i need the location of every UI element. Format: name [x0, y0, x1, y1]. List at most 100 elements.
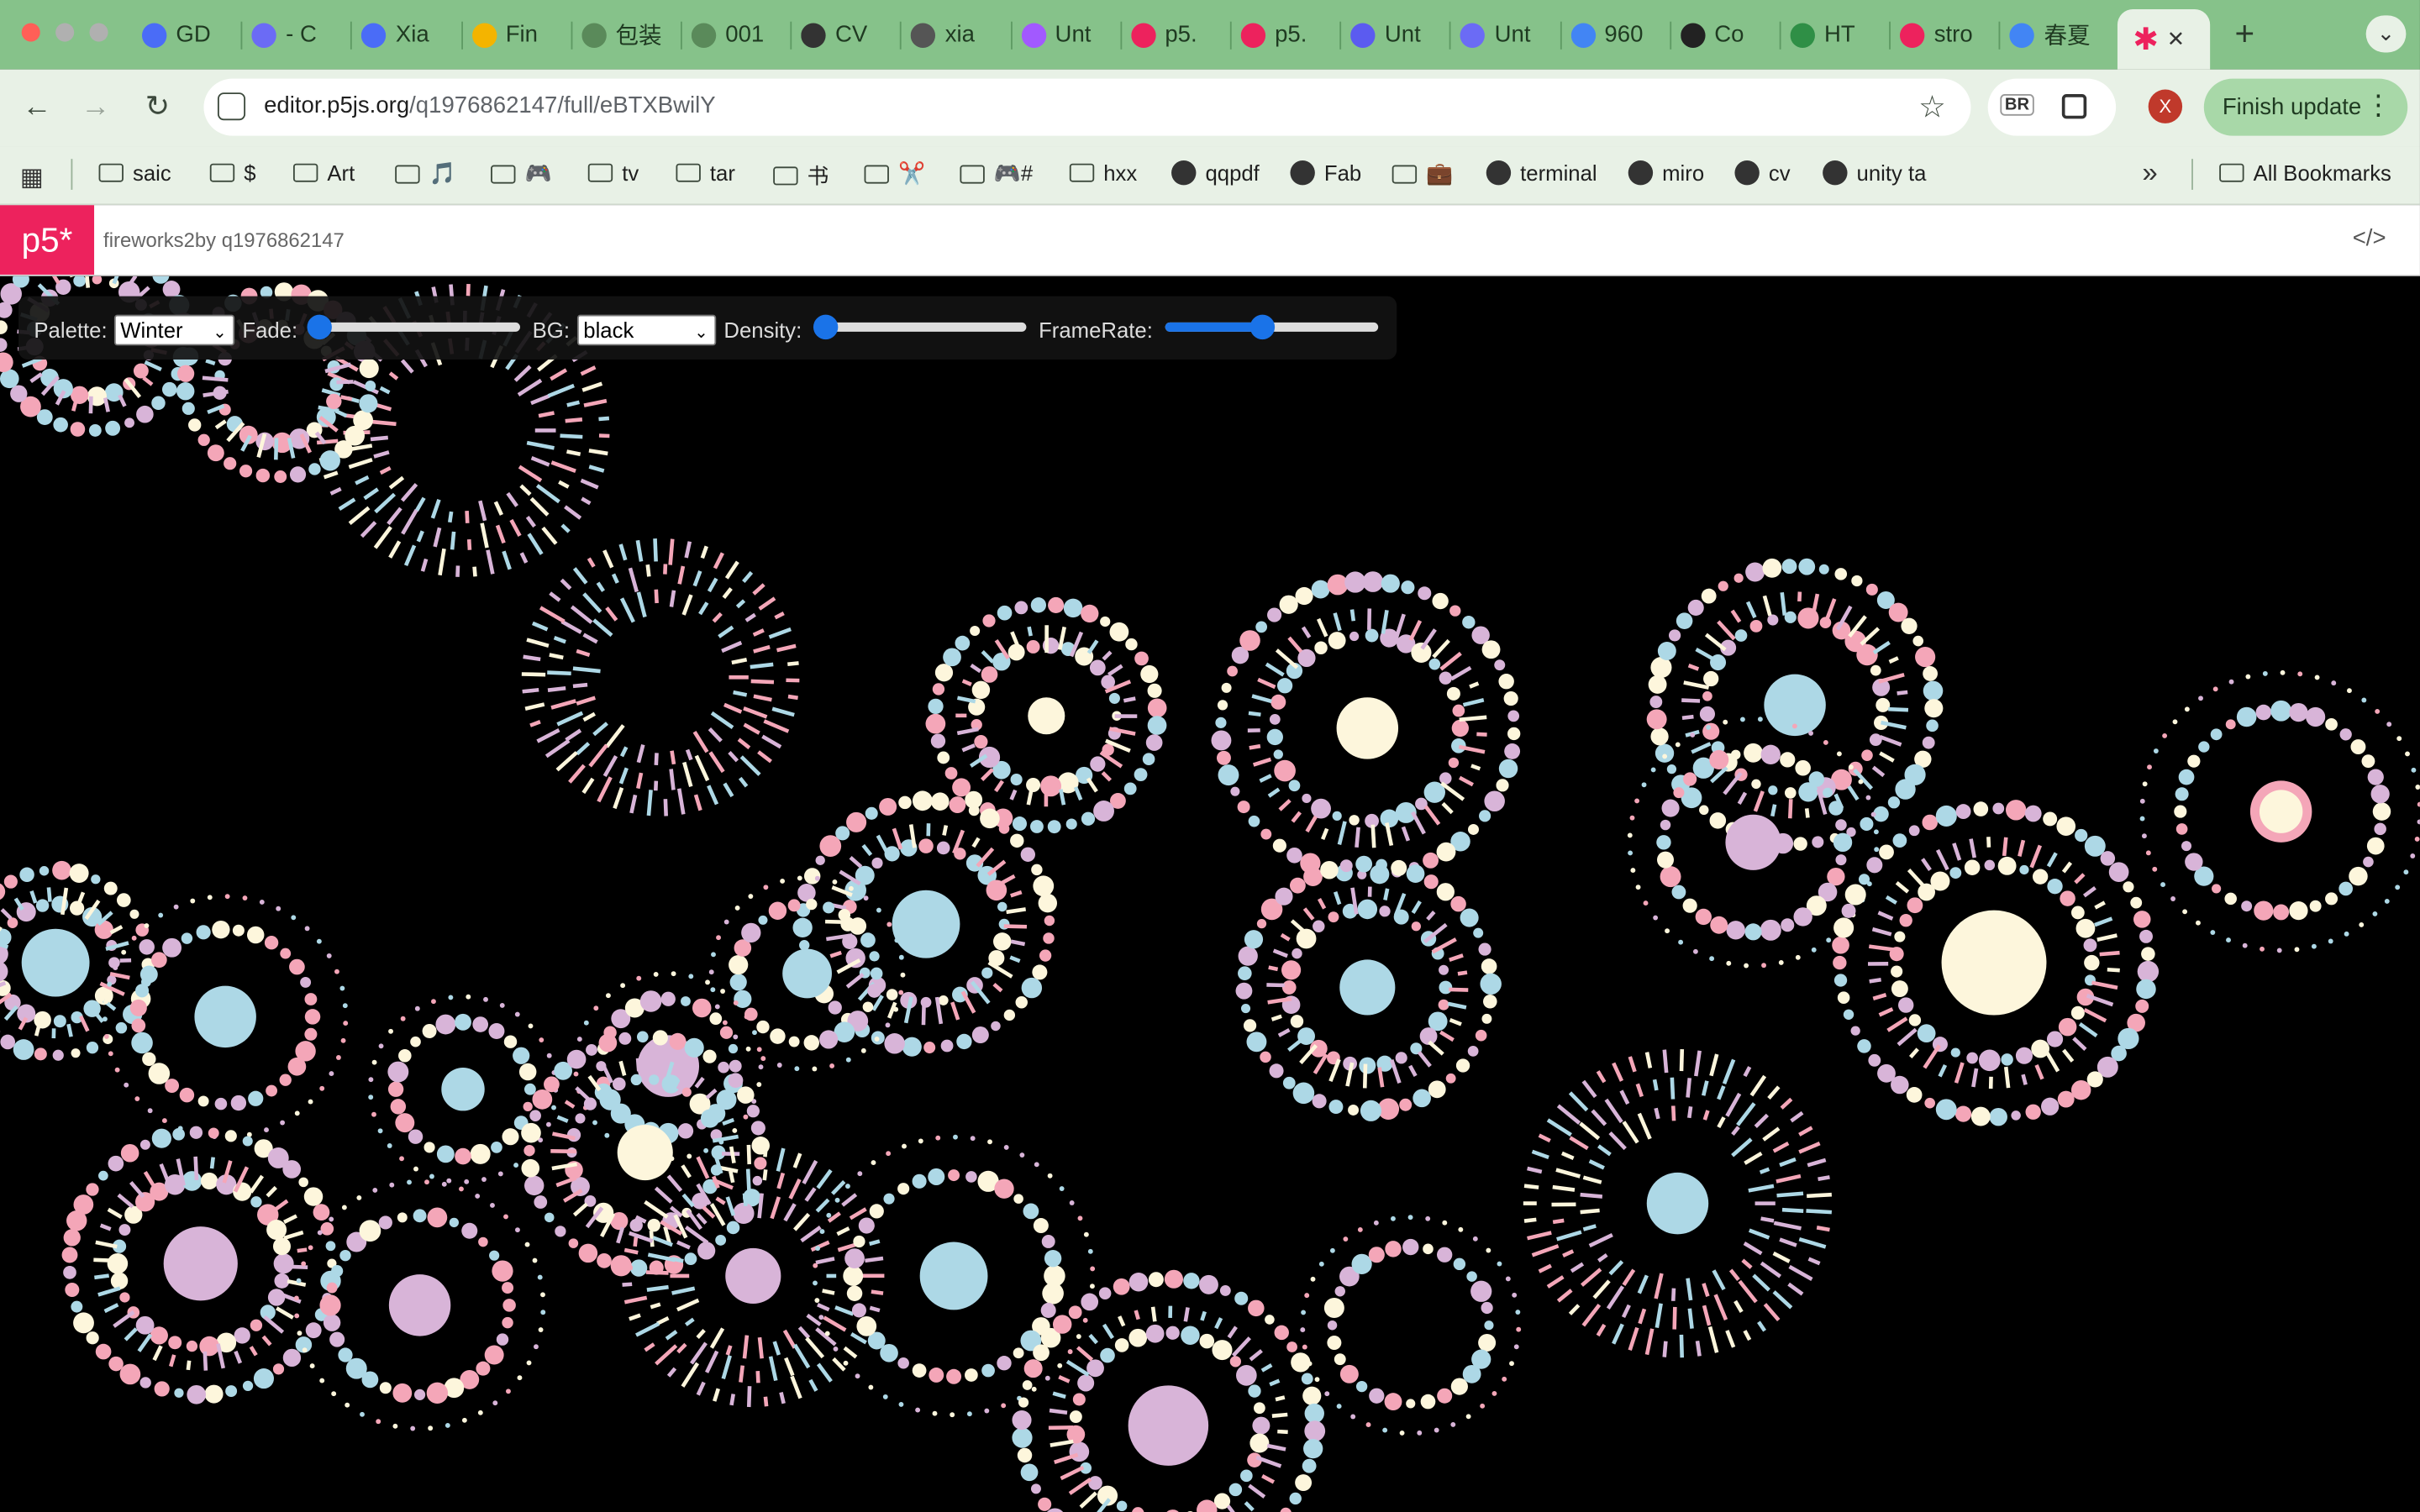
tab-10[interactable]: p5. [1240, 13, 1328, 57]
bookmark-16[interactable]: cv [1734, 160, 1791, 186]
tab-8[interactable]: Unt [1021, 13, 1107, 57]
firework-particle [1332, 811, 1342, 821]
tab-4[interactable]: 包装 [581, 13, 668, 57]
tab-12[interactable]: Unt [1460, 13, 1547, 57]
framerate-slider[interactable] [1165, 314, 1379, 340]
apps-grid-icon[interactable]: ▦ [20, 162, 44, 193]
tab-search-button[interactable]: ⌄ [2365, 15, 2407, 53]
bookmark-12[interactable]: Fab [1290, 160, 1361, 186]
firework-spark [1266, 983, 1285, 988]
bookmark-star-icon[interactable]: ☆ [1918, 88, 1946, 127]
bookmark-11[interactable]: qqpdf [1171, 160, 1260, 186]
reload-button[interactable]: ↻ [137, 88, 177, 129]
bookmark-6[interactable]: tar [676, 160, 735, 185]
br-extension-icon[interactable]: BR [2000, 94, 2034, 116]
bookmark-13[interactable]: 💼 [1392, 160, 1453, 186]
new-tab-button[interactable]: + [2235, 14, 2255, 55]
bookmark-4[interactable]: 🎮 [491, 160, 552, 186]
tab-5[interactable]: 001 [691, 13, 778, 57]
firework-particle [246, 926, 265, 944]
firework-particle [1286, 847, 1302, 864]
tab-7[interactable]: xia [911, 13, 997, 57]
tab-14[interactable]: Co [1680, 13, 1767, 57]
framerate-slider-thumb[interactable] [1250, 314, 1276, 340]
tab-13[interactable]: 960 [1570, 13, 1657, 57]
bookmarks-more-icon[interactable]: » [2142, 157, 2157, 190]
address-bar[interactable]: editor.p5js.org/q1976862147/full/eBTXBwi… [203, 78, 1971, 136]
bg-select[interactable]: black ⌄ [576, 314, 717, 346]
firework-particle [1329, 1247, 1335, 1253]
tab-active[interactable]: ✱ ✕ [2117, 9, 2211, 70]
firework-particle [537, 1274, 543, 1280]
tab-9[interactable]: p5. [1130, 13, 1218, 57]
density-slider[interactable] [813, 314, 1027, 340]
firework-spark [1871, 765, 1886, 778]
firework-spark [849, 856, 863, 869]
firework-particle [398, 1049, 412, 1063]
folder-icon [395, 164, 420, 183]
forward-button[interactable]: → [76, 88, 116, 129]
firework-spark [1878, 1007, 1894, 1017]
firework-spark [1752, 1273, 1770, 1292]
tab-1[interactable]: - C [251, 13, 339, 57]
bookmark-10[interactable]: hxx [1069, 160, 1137, 185]
sketch-canvas[interactable]: Palette: Winter ⌄ Fade: BG: black ⌄ Dens… [0, 276, 2420, 1512]
bookmark-1[interactable]: $ [209, 160, 256, 185]
bookmark-9[interactable]: 🎮# [960, 160, 1033, 186]
avatar[interactable]: X [2148, 89, 2183, 123]
bookmark-3[interactable]: 🎵 [395, 160, 456, 186]
menu-dots-icon[interactable]: ⋮ [2365, 90, 2392, 123]
firework-particle [1709, 956, 1715, 962]
maximize-window-button[interactable] [89, 23, 108, 42]
tab-15[interactable]: HT [1790, 13, 1877, 57]
density-slider-thumb[interactable] [813, 314, 839, 340]
puzzle-extensions-icon[interactable] [2061, 94, 2087, 119]
globe-icon [1734, 160, 1760, 186]
tab-0[interactable]: GD [141, 13, 229, 57]
firework-particle [234, 1327, 250, 1344]
firework-spark [1556, 1289, 1573, 1303]
firework-particle [1081, 604, 1099, 623]
all-bookmarks-link[interactable]: All Bookmarks [2219, 160, 2391, 185]
tab-6[interactable]: CV [801, 13, 888, 57]
p5-logo[interactable]: p5* [0, 205, 95, 275]
bookmark-2[interactable]: Art [292, 160, 355, 185]
bookmark-15[interactable]: miro [1628, 160, 1704, 186]
firework-particle [1791, 723, 1797, 729]
bookmark-5[interactable]: tv [587, 160, 639, 185]
bookmark-0[interactable]: saic [98, 160, 171, 185]
firework-spark [495, 524, 506, 544]
fade-slider-thumb[interactable] [307, 314, 332, 340]
fade-slider[interactable] [307, 314, 520, 340]
firework-spark [1272, 948, 1288, 958]
firework-particle [162, 937, 182, 958]
firework-particle [1323, 1297, 1344, 1318]
bookmark-17[interactable]: unity ta [1823, 160, 1926, 186]
code-view-icon[interactable]: </> [2353, 225, 2386, 251]
palette-select[interactable]: Winter ⌄ [113, 314, 235, 346]
minimize-window-button[interactable] [55, 23, 75, 42]
firework-particle [319, 1378, 325, 1383]
firework-spark [728, 750, 739, 763]
tab-16[interactable]: stro [1900, 13, 1986, 57]
firework-spark [992, 982, 1003, 993]
tab-3[interactable]: Fin [471, 13, 558, 57]
tab-11[interactable]: Unt [1350, 13, 1437, 57]
firework-particle [968, 805, 980, 816]
firework-spark [671, 1286, 696, 1295]
firework-particle [1134, 768, 1148, 782]
tab-17[interactable]: 春夏 [2010, 13, 2096, 57]
firework-particle [1460, 908, 1479, 927]
close-tab-icon[interactable]: ✕ [2167, 26, 2186, 52]
bookmark-8[interactable]: ✂️ [864, 160, 925, 186]
close-window-button[interactable] [21, 23, 40, 42]
finish-update-button[interactable]: Finish update ⋮ [2203, 78, 2408, 136]
firework-particle [1897, 997, 1914, 1013]
site-info-icon[interactable] [217, 92, 246, 121]
firework-particle [970, 626, 981, 637]
back-button[interactable]: ← [17, 88, 57, 129]
tab-separator [1669, 21, 1671, 50]
bookmark-14[interactable]: terminal [1486, 160, 1597, 186]
tab-2[interactable]: Xia [361, 13, 449, 57]
bookmark-7[interactable]: 书 [773, 160, 829, 192]
